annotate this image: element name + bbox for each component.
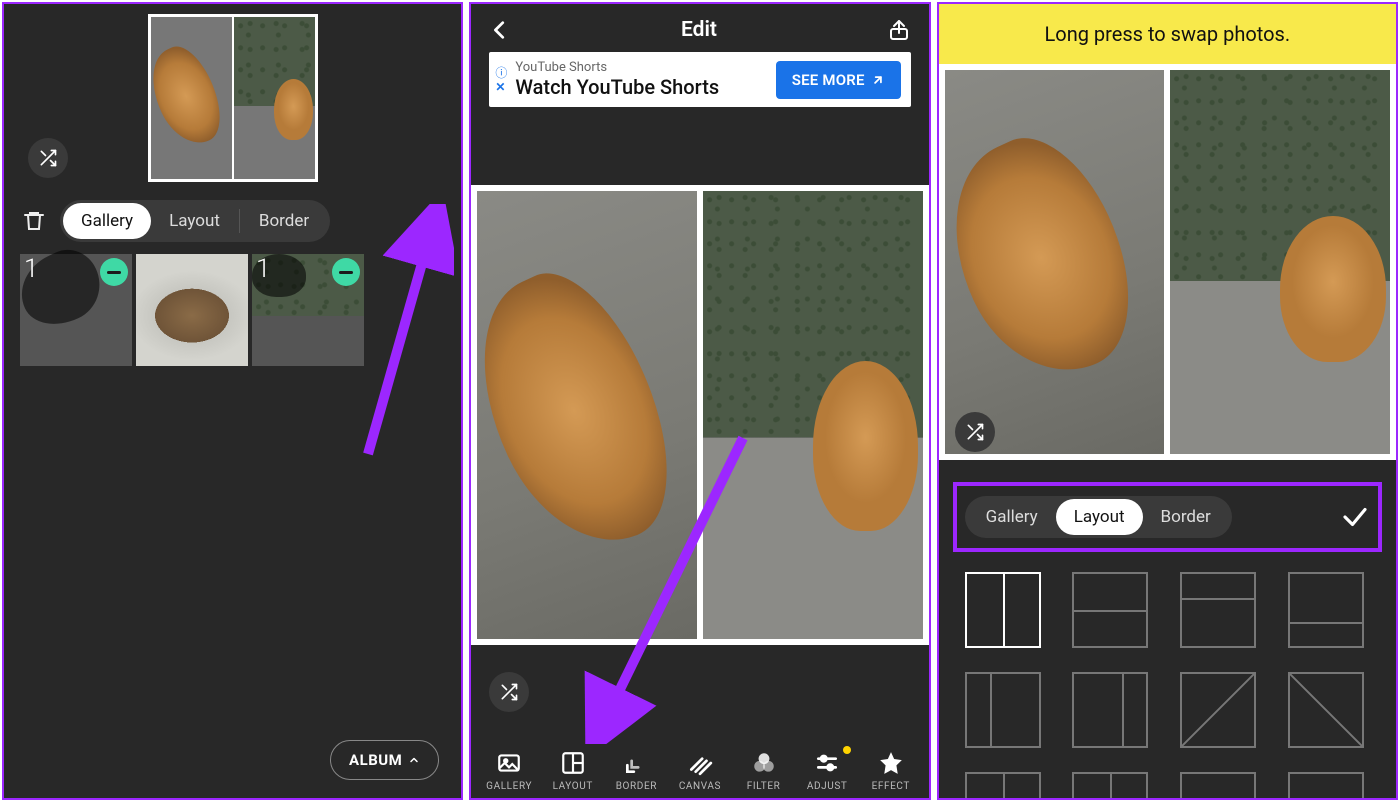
shuffle-icon (965, 422, 985, 442)
tool-layout[interactable]: LAYOUT (543, 750, 603, 792)
layout-option-bottom-third[interactable] (1288, 572, 1364, 648)
shuffle-button[interactable] (28, 138, 68, 178)
ad-small-text: YouTube Shorts (515, 60, 719, 75)
layout-option-partial[interactable] (1072, 772, 1148, 798)
segment-gallery[interactable]: Gallery (63, 203, 151, 239)
tool-label: EFFECT (872, 781, 910, 792)
segment-border[interactable]: Border (1143, 499, 1229, 535)
layout-option-left-third[interactable] (965, 672, 1041, 748)
tool-filter[interactable]: FILTER (734, 750, 794, 792)
bottom-toolbar: GALLERY LAYOUT BORDER CANVAS FILTER ADJU… (471, 744, 928, 798)
share-icon[interactable] (887, 18, 911, 42)
collage-canvas[interactable] (471, 185, 928, 645)
confirm-checkmark[interactable] (415, 207, 443, 235)
collage-canvas[interactable] (939, 64, 1396, 460)
tool-label: CANVAS (679, 781, 721, 792)
adjust-icon (814, 750, 840, 776)
thumbnail-remove-button[interactable] (100, 258, 128, 286)
shuffle-icon (38, 148, 58, 168)
ad-cta-label: SEE MORE (792, 71, 865, 89)
layout-option-partial[interactable] (965, 772, 1041, 798)
tool-effect[interactable]: EFFECT (861, 750, 921, 792)
layout-option-horizontal-split[interactable] (1072, 572, 1148, 648)
layout-option-diagonal-bltr[interactable] (1180, 672, 1256, 748)
segment-border[interactable]: Border (241, 203, 327, 239)
layout-option-diagonal-tlbr[interactable] (1288, 672, 1364, 748)
thumbnail-selected-index: 1 (256, 254, 270, 284)
thumbnail-3[interactable]: 1 (252, 254, 364, 366)
canvas-cell-left[interactable] (477, 191, 697, 639)
segment-layout[interactable]: Layout (1056, 499, 1143, 535)
layout-grid (939, 568, 1396, 800)
tool-border[interactable]: BORDER (606, 750, 666, 792)
ad-close-icon[interactable]: ✕ (495, 81, 507, 93)
segment-layout[interactable]: Layout (151, 203, 238, 239)
layout-option-partial[interactable] (1288, 772, 1364, 798)
effect-star-icon (878, 750, 904, 776)
gallery-icon (496, 750, 522, 776)
toolbar-row: Gallery Layout Border (4, 190, 461, 250)
collage-preview-area (4, 4, 461, 190)
ad-text: YouTube Shorts Watch YouTube Shorts (515, 60, 719, 99)
preview-cell-left[interactable] (151, 17, 232, 179)
screen-gallery-picker: Gallery Layout Border 1 1 ALBUM (2, 2, 463, 800)
canvas-cell-right[interactable] (1170, 70, 1390, 454)
tool-label: FILTER (747, 781, 781, 792)
tool-label: LAYOUT (553, 781, 593, 792)
screen-edit: Edit ⓘ ✕ YouTube Shorts Watch YouTube Sh… (469, 2, 930, 800)
edit-header: Edit (471, 4, 928, 52)
preview-cell-right[interactable] (234, 17, 315, 179)
album-picker-button[interactable]: ALBUM (330, 740, 439, 780)
layout-option-top-third[interactable] (1180, 572, 1256, 648)
tool-canvas[interactable]: CANVAS (670, 750, 730, 792)
shuffle-button[interactable] (955, 412, 995, 452)
canvas-icon (687, 750, 713, 776)
ad-cta-button[interactable]: SEE MORE (776, 61, 901, 99)
filter-icon (751, 750, 777, 776)
collage-preview[interactable] (148, 14, 318, 182)
segment-divider (239, 209, 240, 233)
layout-option-partial[interactable] (1180, 772, 1256, 798)
edit-title: Edit (681, 18, 717, 42)
thumbnail-remove-button[interactable] (332, 258, 360, 286)
shuffle-icon (499, 682, 519, 702)
ad-info-icon[interactable]: ⓘ (495, 67, 507, 79)
chevron-up-icon (408, 754, 420, 766)
tool-label: BORDER (616, 781, 657, 792)
highlighted-segment-row: Gallery Layout Border (953, 482, 1382, 552)
canvas-cell-left[interactable] (945, 70, 1165, 454)
hint-banner: Long press to swap photos. (939, 4, 1396, 64)
thumbnail-1[interactable]: 1 (20, 254, 132, 366)
tool-gallery[interactable]: GALLERY (479, 750, 539, 792)
external-link-icon (871, 73, 885, 87)
thumbnail-2[interactable] (136, 254, 248, 366)
segmented-control: Gallery Layout Border (965, 496, 1232, 538)
album-picker-label: ALBUM (349, 751, 402, 769)
album-thumbnails: 1 1 (4, 250, 461, 370)
ad-markers: ⓘ ✕ (495, 67, 507, 93)
trash-icon[interactable] (22, 209, 46, 233)
layout-option-vertical-split[interactable] (965, 572, 1041, 648)
border-icon (623, 750, 649, 776)
tool-adjust[interactable]: ADJUST (797, 750, 857, 792)
ad-banner[interactable]: ⓘ ✕ YouTube Shorts Watch YouTube Shorts … (489, 52, 910, 107)
shuffle-button[interactable] (489, 672, 529, 712)
confirm-checkmark[interactable] (1340, 502, 1370, 532)
thumbnail-selected-index: 1 (24, 254, 38, 284)
layout-option-right-third[interactable] (1072, 672, 1148, 748)
ad-big-text: Watch YouTube Shorts (515, 75, 719, 99)
notification-dot (843, 746, 851, 754)
tool-label: ADJUST (807, 781, 848, 792)
layout-icon (560, 750, 586, 776)
segmented-control: Gallery Layout Border (60, 200, 330, 242)
screen-layout-picker: Long press to swap photos. Gallery Layou… (937, 2, 1398, 800)
back-chevron-icon[interactable] (489, 19, 511, 41)
segment-gallery[interactable]: Gallery (968, 499, 1056, 535)
canvas-cell-right[interactable] (703, 191, 923, 639)
tool-label: GALLERY (486, 781, 532, 792)
